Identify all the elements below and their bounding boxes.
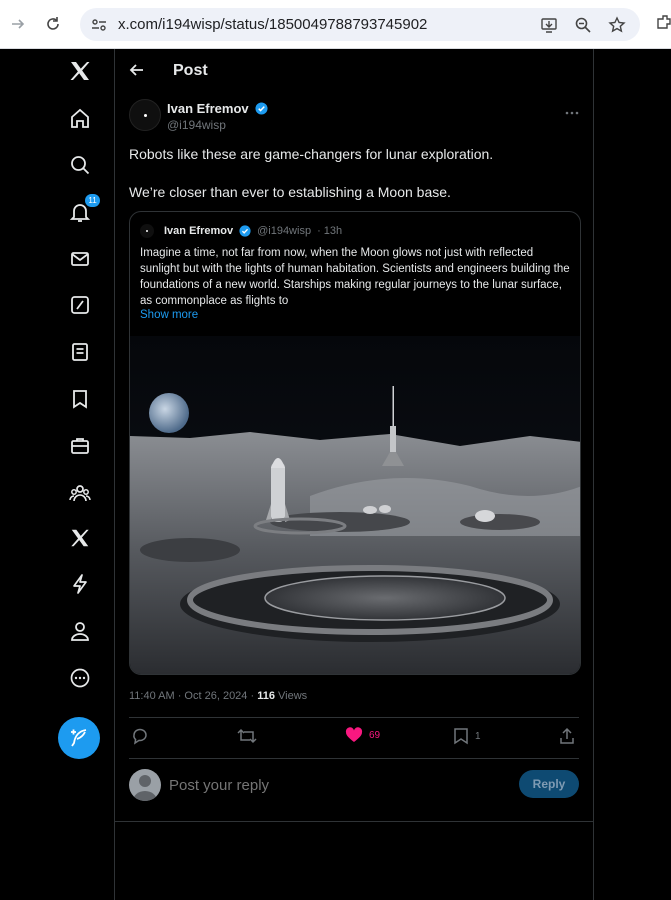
jobs-briefcase-icon[interactable]: [67, 433, 93, 459]
reload-icon[interactable]: [43, 14, 63, 34]
quoted-author-avatar: [140, 224, 154, 238]
author-name-text[interactable]: Ivan Efremov: [167, 101, 249, 116]
bookmark-action[interactable]: 1: [453, 727, 481, 745]
bookmark-count: 1: [475, 730, 481, 742]
zoom-icon[interactable]: [574, 16, 592, 39]
explore-search-icon[interactable]: [67, 152, 93, 178]
post-timestamp[interactable]: 11:40 AM · Oct 26, 2024 ·: [129, 690, 257, 702]
post-actions-bar: 69 1: [131, 727, 579, 749]
notifications-bell-icon[interactable]: 11: [67, 194, 100, 225]
views-label: Views: [274, 690, 308, 702]
bookmarks-icon[interactable]: [67, 386, 93, 412]
views-count: 116: [257, 690, 275, 702]
like-count: 69: [369, 729, 381, 741]
grok-icon[interactable]: [67, 292, 93, 318]
install-app-icon[interactable]: [540, 16, 558, 39]
quoted-author-handle: @i194wisp: [257, 225, 312, 237]
extensions-icon[interactable]: [656, 14, 671, 37]
compose-quill-icon: [71, 729, 87, 747]
bookmark-icon: [454, 728, 468, 745]
more-options-icon[interactable]: [67, 665, 93, 691]
divider: [129, 758, 579, 759]
heart-filled-icon: [345, 727, 363, 742]
repost-icon: [237, 728, 257, 744]
premium-x-icon[interactable]: [67, 525, 93, 551]
address-bar[interactable]: x.com/i194wisp/status/185004978879374590…: [80, 8, 640, 41]
author-name[interactable]: Ivan Efremov: [167, 101, 268, 116]
divider: [115, 821, 593, 822]
home-icon[interactable]: [67, 105, 93, 131]
like-action[interactable]: 69: [345, 727, 380, 743]
forward-icon[interactable]: [8, 14, 28, 34]
repost-action[interactable]: [237, 727, 257, 745]
verified-badge-icon: [255, 102, 268, 115]
post-meta: 11:40 AM · Oct 26, 2024 · 116 Views: [129, 690, 307, 702]
compose-post-button[interactable]: [58, 717, 100, 759]
post-detail-column: Post Ivan Efremov @i194wisp Robots like …: [114, 49, 594, 900]
post-more-options-icon[interactable]: [565, 102, 579, 120]
back-arrow-icon[interactable]: [129, 62, 145, 83]
quoted-author-name: Ivan Efremov: [164, 225, 234, 237]
post-text-line: We’re closer than ever to establishing a…: [129, 184, 451, 200]
reply-button[interactable]: Reply: [519, 770, 579, 798]
notifications-badge: 11: [85, 194, 100, 207]
browser-toolbar: x.com/i194wisp/status/185004978879374590…: [0, 0, 671, 49]
communities-icon[interactable]: [67, 480, 93, 506]
quoted-post-card[interactable]: Ivan Efremov @i194wisp · 13h Imagine a t…: [129, 211, 581, 675]
divider: [129, 717, 579, 718]
post-body: Robots like these are game-changers for …: [129, 145, 579, 221]
verified-badge-icon: [239, 225, 251, 237]
moon-base-image[interactable]: [130, 336, 581, 675]
reply-input[interactable]: [169, 774, 499, 796]
author-handle[interactable]: @i194wisp: [167, 118, 226, 132]
author-avatar[interactable]: [129, 99, 161, 131]
left-navigation: 11: [56, 49, 104, 900]
verified-orgs-lightning-icon[interactable]: [67, 571, 93, 597]
share-action[interactable]: [559, 727, 575, 745]
reply-bubble-icon: [133, 728, 147, 745]
share-icon: [560, 727, 574, 744]
earth-shape: [149, 393, 189, 433]
starship-shape: [271, 462, 285, 522]
quoted-post-text: Imagine a time, not far from now, when t…: [140, 247, 570, 307]
show-more-link[interactable]: Show more: [140, 309, 198, 321]
messages-envelope-icon[interactable]: [67, 246, 93, 272]
reply-action[interactable]: [131, 727, 149, 745]
x-logo-icon[interactable]: [67, 58, 93, 84]
post-text-line: Robots like these are game-changers for …: [129, 146, 494, 162]
url-text[interactable]: x.com/i194wisp/status/185004978879374590…: [118, 16, 427, 33]
page-title: Post: [173, 62, 208, 79]
post-header: Post: [115, 49, 593, 93]
profile-icon[interactable]: [67, 618, 93, 644]
current-user-avatar: [129, 769, 161, 801]
quoted-post-age: · 13h: [317, 225, 343, 237]
bookmark-star-icon[interactable]: [608, 16, 626, 39]
site-settings-icon[interactable]: [90, 16, 108, 39]
lists-icon[interactable]: [67, 339, 93, 365]
